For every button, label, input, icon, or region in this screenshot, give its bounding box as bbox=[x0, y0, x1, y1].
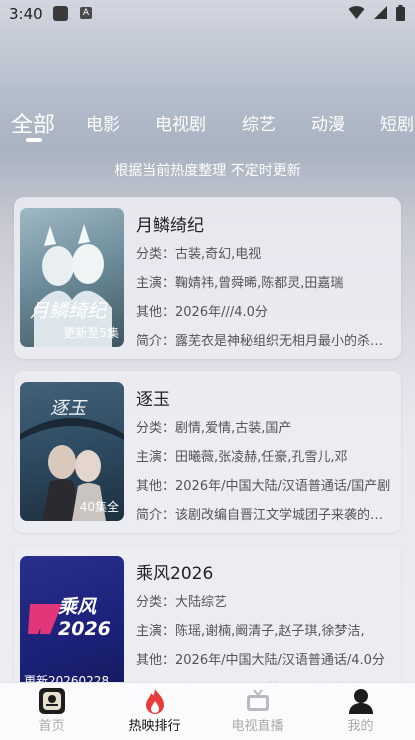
tab-tv-series[interactable]: 电视剧 bbox=[155, 110, 206, 135]
nav-label: 电视直播 bbox=[231, 719, 284, 734]
nav-label: 我的 bbox=[347, 719, 374, 734]
card-cast: 主演：鞠婧祎,曾舜晞,陈都灵,田嘉瑞 bbox=[136, 276, 344, 291]
nav-hot-ranking[interactable]: 热映排行 bbox=[103, 683, 206, 740]
active-tab-indicator bbox=[26, 138, 42, 142]
user-icon bbox=[349, 689, 373, 714]
nav-home[interactable]: 首页 bbox=[0, 683, 103, 740]
card-genre: 分类：古装,奇幻,电视 bbox=[136, 247, 262, 262]
home-app-icon bbox=[39, 688, 65, 714]
episode-badge: 40集全 bbox=[79, 500, 119, 514]
tab-all[interactable]: 全部 bbox=[11, 107, 55, 139]
nav-label: 热映排行 bbox=[128, 719, 181, 734]
tab-movie[interactable]: 电影 bbox=[86, 110, 120, 135]
poster-caption: 逐玉 bbox=[50, 398, 86, 419]
poster-image: 逐玉 40集全 bbox=[20, 382, 124, 521]
card-cast: 主演：陈瑶,谢楠,阚清子,赵子琪,徐梦洁, bbox=[136, 624, 365, 639]
wifi-icon bbox=[348, 5, 365, 20]
status-time: 3:40 bbox=[9, 5, 43, 23]
drama-card[interactable]: 逐玉 40集全 逐玉 分类：剧情,爱情,古装,国产 主演：田曦薇,张凌赫,任豪,… bbox=[14, 371, 401, 533]
card-other: 其他：2026年/中国大陆/汉语普通话/4.0分 bbox=[136, 653, 385, 668]
tab-variety[interactable]: 综艺 bbox=[242, 110, 276, 135]
category-tabs: 全部 电影 电视剧 综艺 动漫 短剧 bbox=[0, 100, 415, 140]
card-title: 乘风2026 bbox=[136, 564, 214, 584]
nav-tv-live[interactable]: 电视直播 bbox=[206, 683, 309, 740]
app-notification-icon: A bbox=[80, 7, 92, 19]
card-intro: 简介：露芜衣是神秘组织无相月最小的杀手，她被派去执行一项秘密任务 bbox=[136, 334, 392, 349]
status-bar: 3:40 A bbox=[0, 0, 415, 30]
tab-short-drama[interactable]: 短剧 bbox=[380, 110, 414, 135]
status-icons bbox=[345, 5, 405, 24]
poster-image: 月鳞绮纪 更新至5集 bbox=[20, 208, 124, 347]
drama-card[interactable]: 月鳞绮纪 更新至5集 月鳞绮纪 分类：古装,奇幻,电视 主演：鞠婧祎,曾舜晞,陈… bbox=[14, 197, 401, 359]
nav-label: 首页 bbox=[38, 719, 65, 734]
card-other: 其他：2026年/中国大陆/汉语普通话/国产剧 bbox=[136, 479, 391, 494]
tab-anime[interactable]: 动漫 bbox=[311, 110, 345, 135]
poster-caption: 乘风 2026 bbox=[58, 596, 111, 640]
card-genre: 分类：剧情,爱情,古装,国产 bbox=[136, 421, 292, 436]
episode-badge: 更新至5集 bbox=[63, 326, 119, 340]
card-cast: 主演：田曦薇,张凌赫,任豪,孔雪儿,邓 bbox=[136, 450, 348, 465]
signal-icon bbox=[373, 6, 387, 19]
battery-icon bbox=[396, 5, 405, 21]
card-genre: 分类：大陆综艺 bbox=[136, 595, 228, 610]
card-other: 其他：2026年///4.0分 bbox=[136, 305, 268, 320]
card-title: 月鳞绮纪 bbox=[136, 216, 204, 236]
nav-mine[interactable]: 我的 bbox=[309, 683, 412, 740]
poster-caption: 月鳞绮纪 bbox=[30, 300, 107, 322]
list-subtitle: 根据当前热度整理 不定时更新 bbox=[114, 163, 301, 179]
poster-image: 乘风 2026 更新20260228 bbox=[20, 556, 124, 695]
tv-icon bbox=[247, 689, 269, 711]
notification-icon bbox=[53, 6, 68, 21]
flame-icon bbox=[146, 689, 164, 714]
card-title: 逐玉 bbox=[136, 390, 170, 410]
card-intro: 简介：该剧改编自晋江文学城团子来袭的同名小说 bbox=[136, 508, 392, 523]
bottom-navigation: 首页 热映排行 电视直播 我的 bbox=[0, 682, 415, 740]
